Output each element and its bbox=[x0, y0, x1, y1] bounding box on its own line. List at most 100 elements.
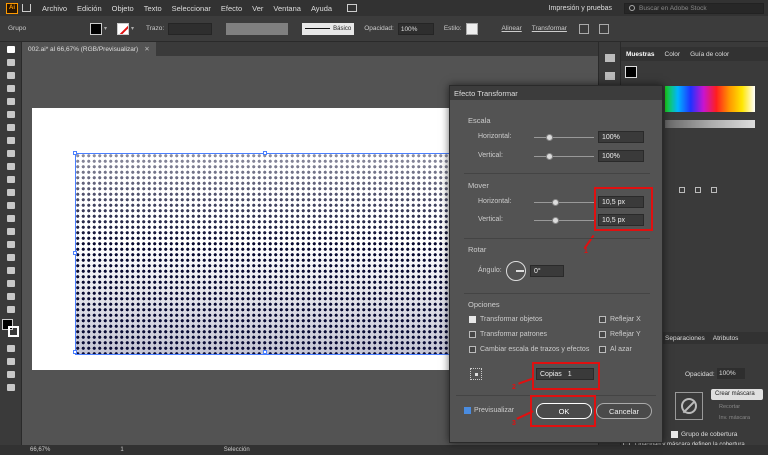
menu-objeto[interactable]: Objeto bbox=[107, 4, 139, 13]
reference-point-icon[interactable] bbox=[470, 368, 482, 380]
new-swatch-icon[interactable] bbox=[695, 187, 701, 193]
pencil-tool-icon[interactable] bbox=[4, 109, 18, 120]
transparency-opacity-field[interactable]: 100% bbox=[717, 368, 745, 379]
pen-tool-icon[interactable] bbox=[4, 83, 18, 94]
eraser-tool-icon[interactable] bbox=[4, 174, 18, 185]
panel-icon-1[interactable] bbox=[605, 54, 615, 62]
panel-icon-2[interactable] bbox=[605, 72, 615, 80]
handle-ml[interactable] bbox=[73, 251, 77, 255]
transform-link[interactable]: Transformar bbox=[532, 25, 567, 32]
menu-edicion[interactable]: Edición bbox=[72, 4, 107, 13]
move-vertical-slider[interactable] bbox=[534, 217, 594, 224]
tab-guia-color[interactable]: Guía de color bbox=[685, 51, 734, 58]
handle-tl[interactable] bbox=[73, 151, 77, 155]
shape-builder-tool-icon[interactable] bbox=[4, 200, 18, 211]
graph-tool-icon[interactable] bbox=[4, 265, 18, 276]
rectangle-tool-icon[interactable] bbox=[4, 122, 18, 133]
move-horizontal-knob[interactable] bbox=[552, 199, 559, 206]
scale-horizontal-slider[interactable] bbox=[534, 134, 594, 141]
align-link[interactable]: Alinear bbox=[502, 25, 522, 32]
document-tab[interactable]: 002.ai* al 66,67% (RGB/Previsualizar) ✕ bbox=[22, 42, 156, 56]
stroke-swatch[interactable] bbox=[117, 22, 129, 35]
fill-dropdown-icon[interactable]: ▾ bbox=[104, 25, 111, 32]
menu-ventana[interactable]: Ventana bbox=[268, 4, 306, 13]
scale-horizontal-field[interactable]: 100% bbox=[598, 131, 644, 143]
create-mask-button[interactable]: Crear máscara bbox=[711, 389, 763, 400]
stroke-dropdown-icon[interactable]: ▾ bbox=[131, 25, 138, 32]
handle-bc[interactable] bbox=[263, 350, 267, 354]
isolate-group-icon[interactable] bbox=[578, 23, 589, 34]
tab-atributos[interactable]: Atributos bbox=[709, 335, 743, 342]
blend-tool-icon[interactable] bbox=[4, 239, 18, 250]
variable-width-field[interactable] bbox=[226, 22, 289, 35]
eyedropper-tool-icon[interactable] bbox=[4, 226, 18, 237]
home-icon[interactable] bbox=[22, 4, 31, 12]
fill-swatch[interactable] bbox=[90, 22, 102, 35]
draw-mode-icon[interactable] bbox=[4, 356, 18, 367]
angle-dial[interactable] bbox=[506, 261, 526, 281]
fill-stroke-selector[interactable] bbox=[2, 319, 20, 339]
handle-bl[interactable] bbox=[73, 350, 77, 354]
direct-selection-tool-icon[interactable] bbox=[4, 57, 18, 68]
screen-mode-icon[interactable] bbox=[4, 369, 18, 380]
swatch-grid[interactable] bbox=[665, 86, 755, 112]
gradient-tool-icon[interactable] bbox=[4, 213, 18, 224]
random-checkbox[interactable] bbox=[599, 346, 606, 353]
scale-vertical-field[interactable]: 100% bbox=[598, 150, 644, 162]
scale-strokes-checkbox[interactable] bbox=[469, 346, 476, 353]
curvature-tool-icon[interactable] bbox=[4, 96, 18, 107]
edit-toolbar-icon[interactable] bbox=[4, 382, 18, 393]
menu-ayuda[interactable]: Ayuda bbox=[306, 4, 337, 13]
ok-button[interactable]: OK bbox=[536, 403, 592, 419]
copies-field[interactable]: Copias 1 bbox=[536, 368, 594, 380]
hand-tool-icon[interactable] bbox=[4, 291, 18, 302]
menu-archivo[interactable]: Archivo bbox=[37, 4, 72, 13]
swatch-library-icon[interactable] bbox=[679, 187, 685, 193]
status-mode[interactable]: Selección bbox=[224, 447, 250, 453]
menu-texto[interactable]: Texto bbox=[139, 4, 167, 13]
scale-vertical-knob[interactable] bbox=[546, 153, 553, 160]
transform-patterns-checkbox[interactable] bbox=[469, 331, 476, 338]
delete-swatch-icon[interactable] bbox=[711, 187, 717, 193]
tab-separaciones[interactable]: Separaciones bbox=[661, 335, 709, 342]
arrange-documents-icon[interactable] bbox=[347, 4, 358, 12]
close-tab-icon[interactable]: ✕ bbox=[144, 45, 149, 53]
scale-vertical-slider[interactable] bbox=[534, 153, 594, 160]
move-vertical-knob[interactable] bbox=[552, 217, 559, 224]
opacity-field[interactable]: 100% bbox=[397, 22, 434, 35]
stroke-weight-field[interactable] bbox=[168, 22, 213, 35]
reflect-y-checkbox[interactable] bbox=[599, 331, 606, 338]
width-tool-icon[interactable] bbox=[4, 187, 18, 198]
angle-field[interactable]: 0° bbox=[530, 265, 564, 277]
artboard-tool-icon[interactable] bbox=[4, 278, 18, 289]
workspace-switcher[interactable]: Impresión y pruebas bbox=[549, 5, 612, 12]
rotate-tool-icon[interactable] bbox=[4, 161, 18, 172]
tab-muestras[interactable]: Muestras bbox=[621, 51, 660, 58]
brush-definition[interactable]: Básico bbox=[302, 22, 355, 35]
adobe-stock-search[interactable]: Buscar en Adobe Stock bbox=[624, 2, 764, 14]
magic-wand-tool-icon[interactable] bbox=[4, 70, 18, 81]
selection-tool-icon[interactable] bbox=[4, 44, 18, 55]
swatch-fill-stroke[interactable] bbox=[625, 66, 637, 78]
mask-thumbnail[interactable] bbox=[675, 392, 703, 420]
graphic-style-swatch[interactable] bbox=[465, 22, 478, 35]
color-mode-icon[interactable] bbox=[4, 343, 18, 354]
menu-ver[interactable]: Ver bbox=[247, 4, 268, 13]
menu-efecto[interactable]: Efecto bbox=[216, 4, 247, 13]
type-tool-icon[interactable] bbox=[4, 148, 18, 159]
menu-seleccionar[interactable]: Seleccionar bbox=[167, 4, 216, 13]
transform-objects-checkbox[interactable] bbox=[469, 316, 476, 323]
swatch-grid-gray[interactable] bbox=[665, 120, 755, 128]
scale-horizontal-knob[interactable] bbox=[546, 134, 553, 141]
tab-color[interactable]: Color bbox=[660, 51, 686, 58]
more-options-icon[interactable] bbox=[598, 23, 609, 34]
preview-checkbox[interactable] bbox=[464, 407, 471, 414]
reflect-x-checkbox[interactable] bbox=[599, 316, 606, 323]
paintbrush-tool-icon[interactable] bbox=[4, 135, 18, 146]
cancel-button[interactable]: Cancelar bbox=[596, 403, 652, 419]
artboard-number[interactable]: 1 bbox=[120, 447, 123, 453]
symbol-sprayer-tool-icon[interactable] bbox=[4, 252, 18, 263]
move-horizontal-slider[interactable] bbox=[534, 199, 594, 206]
knockout-group-checkbox[interactable] bbox=[671, 431, 678, 438]
handle-tc[interactable] bbox=[263, 151, 267, 155]
